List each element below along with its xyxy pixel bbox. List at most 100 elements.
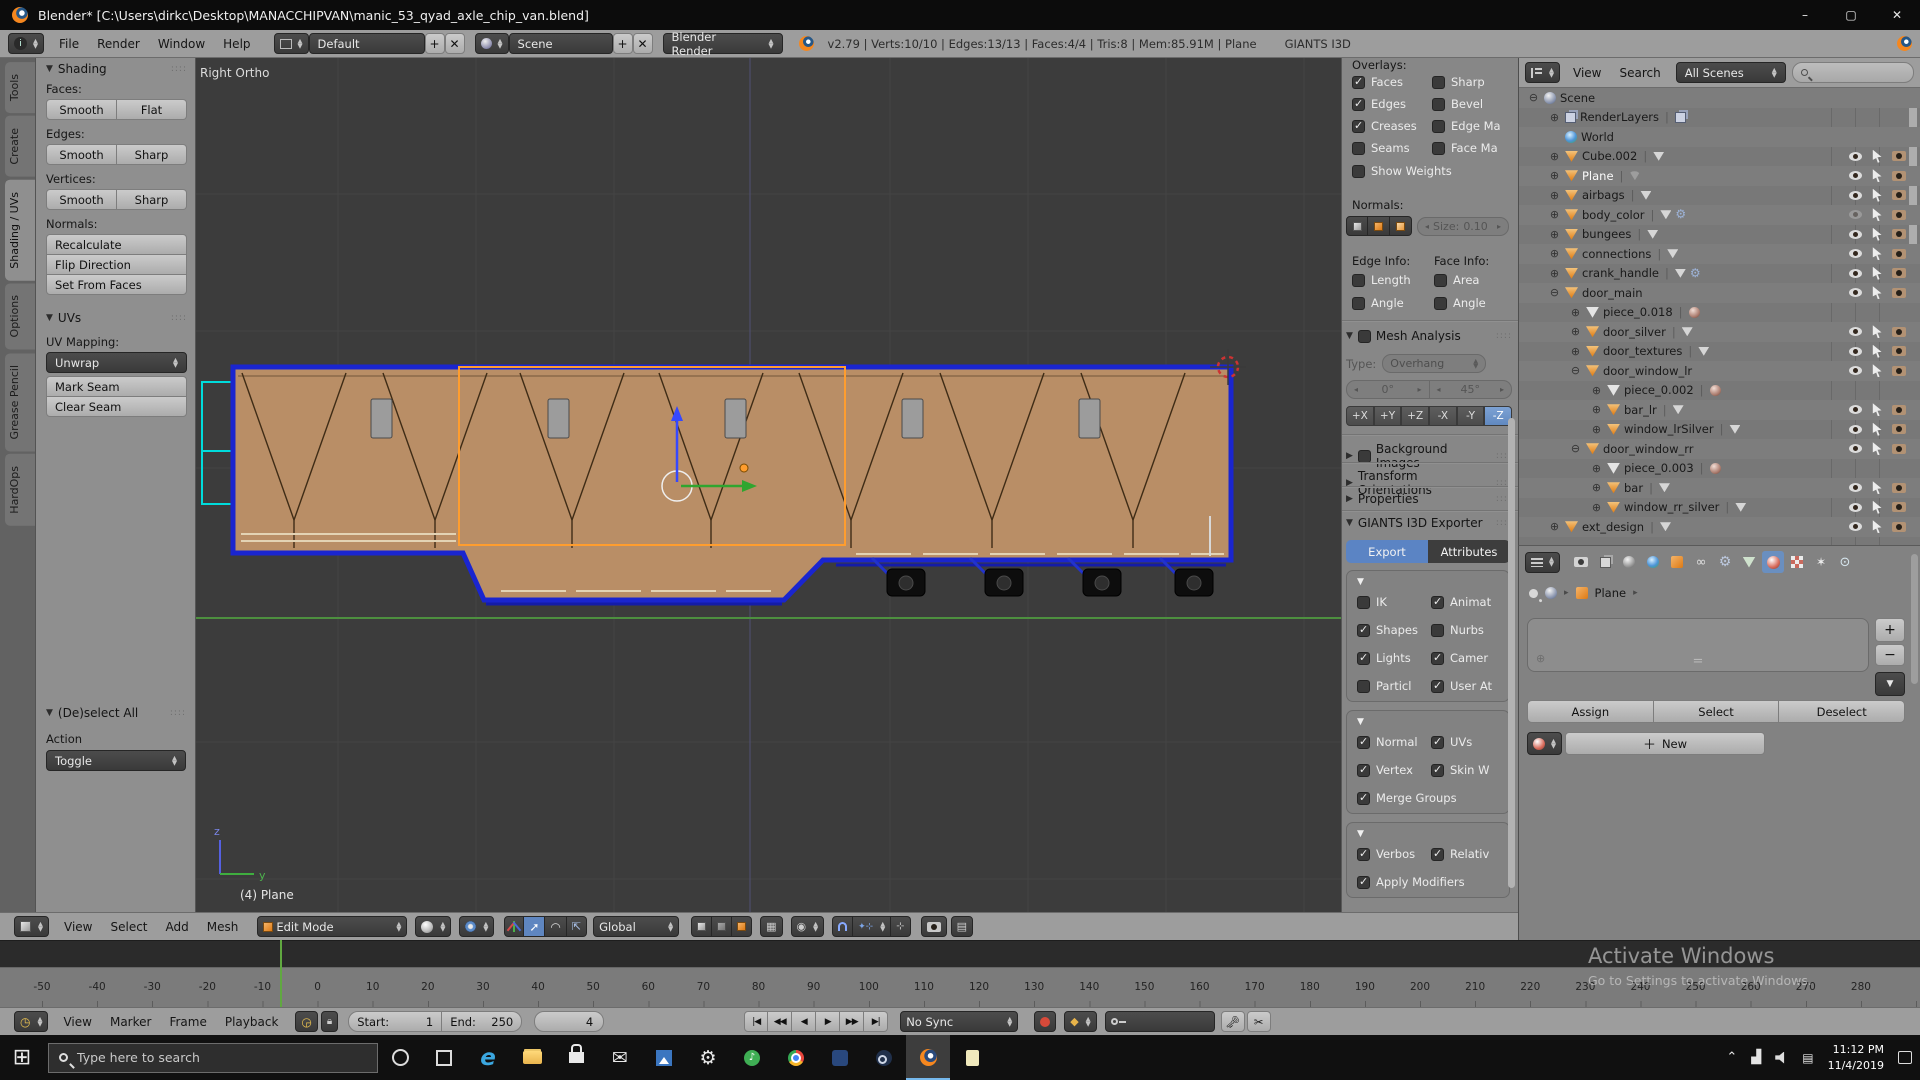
outliner-row-door-silver[interactable]: ⊕door_silver| (1519, 322, 1920, 342)
selectability-cursor-icon[interactable] (1872, 247, 1882, 260)
manipulator-axes-button[interactable] (504, 916, 524, 937)
add-layout-button[interactable]: + (425, 33, 445, 54)
store-icon[interactable] (554, 1035, 598, 1080)
tab-grease-pencil[interactable]: Grease Pencil (5, 353, 35, 451)
tab-hardops[interactable]: HardOps (5, 454, 35, 526)
layout-browse-button[interactable]: ▲▼ (274, 33, 309, 54)
modifiers-icon-tab[interactable]: ⚙ (1714, 551, 1736, 573)
nurbs-checkbox[interactable] (1431, 624, 1444, 637)
outliner-row-body-color[interactable]: ⊕body_color|⚙ (1519, 205, 1920, 225)
vertex-select-button[interactable] (691, 916, 712, 937)
edges-sharp-button[interactable]: Sharp (117, 144, 187, 165)
faces-flat-button[interactable]: Flat (117, 99, 187, 120)
blender-icon[interactable] (906, 1035, 950, 1080)
delete-scene-button[interactable]: ✕ (633, 33, 653, 54)
selectability-cursor-icon[interactable] (1872, 481, 1882, 494)
edge-select-button[interactable] (712, 916, 732, 937)
current-frame-field[interactable]: 4 (534, 1011, 604, 1032)
texture-icon-tab[interactable] (1786, 551, 1808, 573)
tab-options[interactable]: Options (5, 283, 35, 349)
face-normals-button[interactable] (1390, 216, 1412, 236)
visibility-eye-icon[interactable] (1849, 152, 1862, 161)
expand-icon[interactable]: ⊕ (1590, 501, 1603, 514)
expand-icon[interactable]: ⊕ (1548, 150, 1561, 163)
opengl-render-anim-button[interactable]: ▤ (951, 916, 973, 937)
selectability-cursor-icon[interactable] (1872, 520, 1882, 533)
edge-icon[interactable] (466, 1035, 510, 1080)
outliner-row-bar-lr[interactable]: ⊕bar_lr| (1519, 400, 1920, 420)
recalculate-button[interactable]: Recalculate (46, 234, 187, 255)
selectability-cursor-icon[interactable] (1872, 364, 1882, 377)
tab-tools[interactable]: Tools (5, 62, 35, 113)
expand-icon[interactable]: ⊕ (1548, 247, 1561, 260)
faces-smooth-button[interactable]: Smooth (46, 99, 117, 120)
selectability-cursor-icon[interactable] (1872, 189, 1882, 202)
selectability-cursor-icon[interactable] (1872, 208, 1882, 221)
proportional-edit-dropdown[interactable]: ◉▲▼ (791, 916, 825, 937)
scale-manipulator-button[interactable]: ⇱ (567, 916, 587, 937)
expand-icon[interactable]: ⊕ (1548, 520, 1561, 533)
playback-range-clock-button[interactable]: ◶ (295, 1011, 317, 1032)
background-images-panel-header[interactable]: ▶ Background Images:::: (1346, 442, 1512, 470)
renderability-camera-icon[interactable] (1892, 288, 1906, 298)
record-button[interactable] (1034, 1011, 1056, 1032)
selectability-cursor-icon[interactable] (1872, 423, 1882, 436)
physics-icon-tab[interactable]: ⊙ (1834, 551, 1856, 573)
renderability-camera-icon[interactable] (1892, 366, 1906, 376)
outliner-row-world[interactable]: World (1519, 127, 1920, 147)
ik-checkbox[interactable] (1357, 596, 1370, 609)
edge-ma-checkbox[interactable] (1432, 120, 1445, 133)
assign-button[interactable]: Assign (1527, 700, 1654, 723)
expand-icon[interactable]: ⊖ (1569, 442, 1582, 455)
renderability-camera-icon[interactable] (1892, 522, 1906, 532)
music-icon[interactable] (730, 1035, 774, 1080)
scene-breadcrumb-icon[interactable] (1545, 587, 1557, 599)
add-slot-button[interactable]: + (1875, 618, 1905, 642)
expand-icon[interactable]: ⊕ (1548, 228, 1561, 241)
start-button[interactable] (0, 1035, 44, 1080)
action-center-icon[interactable] (1898, 1051, 1912, 1064)
expand-icon[interactable]: ⊕ (1569, 325, 1582, 338)
auto-keyframe-dropdown[interactable]: ◆▲▼ (1064, 1011, 1096, 1032)
selectability-cursor-icon[interactable] (1872, 325, 1882, 338)
user-at-checkbox[interactable] (1431, 680, 1444, 693)
file-explorer-icon[interactable] (510, 1035, 554, 1080)
hidden-icons-button[interactable]: ⌃ (1726, 1050, 1737, 1065)
bevel-checkbox[interactable] (1432, 98, 1445, 111)
menu-select[interactable]: Select (101, 920, 156, 934)
verbos-checkbox[interactable] (1357, 848, 1370, 861)
expand-icon[interactable]: ⊕ (1548, 189, 1561, 202)
uvs-checkbox[interactable] (1431, 736, 1444, 749)
layout-name-field[interactable]: Default (309, 33, 425, 54)
notes-icon[interactable] (950, 1035, 994, 1080)
deselect-all-panel-header[interactable]: ▼ (De)select All:::: (46, 706, 186, 720)
visibility-eye-icon[interactable] (1849, 522, 1862, 531)
properties-panel-header[interactable]: ▶Properties:::: (1346, 492, 1512, 506)
visibility-eye-icon[interactable] (1849, 347, 1862, 356)
seams-checkbox[interactable] (1352, 142, 1365, 155)
renderability-camera-icon[interactable] (1892, 346, 1906, 356)
expand-icon[interactable]: ⊕ (1569, 306, 1582, 319)
mark-seam-button[interactable]: Mark Seam (46, 376, 187, 397)
faces-checkbox[interactable] (1352, 76, 1365, 89)
menu-playback[interactable]: Playback (216, 1015, 288, 1029)
viewport-shading-dropdown[interactable]: ▲▼ (415, 916, 451, 937)
translate-manipulator-button[interactable]: ➚ (524, 916, 545, 937)
outliner-row-cube-002[interactable]: ⊕Cube.002| (1519, 147, 1920, 167)
editor-type-properties-button[interactable]: ▲▼ (1525, 552, 1560, 573)
length-checkbox[interactable] (1352, 274, 1365, 287)
snap-element-dropdown[interactable]: ✦⊹▲▼ (853, 916, 891, 937)
visibility-eye-icon[interactable] (1849, 405, 1862, 414)
area-checkbox[interactable] (1434, 274, 1447, 287)
menu-view[interactable]: View (1564, 66, 1610, 80)
jump-to-start-button[interactable]: |◀ (744, 1011, 768, 1032)
outliner-row-piece-0-018[interactable]: ⊕piece_0.018| (1519, 303, 1920, 323)
renderability-camera-icon[interactable] (1892, 424, 1906, 434)
material-browse-button[interactable]: ▲▼ (1527, 732, 1562, 755)
expand-icon[interactable]: ⊕ (1548, 208, 1561, 221)
visibility-eye-icon[interactable] (1849, 230, 1862, 239)
angle-checkbox[interactable] (1434, 297, 1447, 310)
cortana-icon[interactable] (378, 1035, 422, 1080)
outliner-row-scene[interactable]: ⊖Scene (1519, 88, 1920, 108)
selectability-cursor-icon[interactable] (1872, 501, 1882, 514)
